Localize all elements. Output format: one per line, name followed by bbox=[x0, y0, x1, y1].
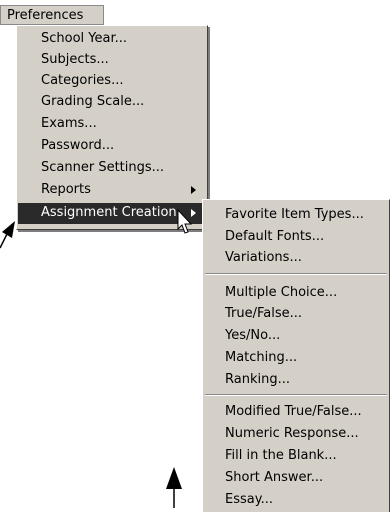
menu-item-assignment-creation[interactable]: Assignment Creation bbox=[18, 203, 206, 224]
submenu-item-numeric-response[interactable]: Numeric Response... bbox=[204, 424, 388, 445]
menu-item-label: Fill in the Blank... bbox=[225, 448, 337, 463]
menu-item-label: Modified True/False... bbox=[225, 404, 362, 419]
menu-item-label: Multiple Choice... bbox=[225, 285, 338, 300]
menu-item-label: Exams... bbox=[41, 116, 97, 131]
submenu-arrow-icon bbox=[191, 186, 196, 194]
menu-item-label: Categories... bbox=[41, 73, 124, 88]
callout-arrow-icon bbox=[0, 221, 15, 249]
submenu-arrow-icon bbox=[191, 209, 196, 217]
menu-item-label: Short Answer... bbox=[225, 470, 324, 485]
menu-item-label: Favorite Item Types... bbox=[225, 207, 364, 222]
submenu-item-yes-no[interactable]: Yes/No... bbox=[204, 326, 388, 347]
menu-item-label: Matching... bbox=[225, 350, 298, 365]
menu-item-label: True/False... bbox=[225, 306, 303, 321]
menu-preferences[interactable]: Preferences bbox=[0, 5, 104, 25]
menu-item-label: Ranking... bbox=[225, 372, 290, 387]
menu-item-password[interactable]: Password... bbox=[18, 136, 206, 157]
menu-separator bbox=[205, 394, 387, 396]
menu-item-label: Variations... bbox=[225, 250, 302, 265]
submenu-item-default-fonts[interactable]: Default Fonts... bbox=[204, 227, 388, 248]
submenu-item-multiple-choice[interactable]: Multiple Choice... bbox=[204, 283, 388, 304]
menu-item-label: Assignment Creation bbox=[41, 205, 177, 220]
menu-item-reports[interactable]: Reports bbox=[18, 180, 206, 201]
menu-item-label: Yes/No... bbox=[225, 328, 281, 343]
submenu-item-true-false[interactable]: True/False... bbox=[204, 304, 388, 325]
menu-item-label: Password... bbox=[41, 138, 115, 153]
preferences-dropdown: School Year... Subjects... Categories...… bbox=[16, 25, 208, 230]
submenu-item-fill-in-the-blank[interactable]: Fill in the Blank... bbox=[204, 446, 388, 467]
menu-item-label: Scanner Settings... bbox=[41, 160, 165, 175]
menu-item-school-year[interactable]: School Year... bbox=[18, 29, 206, 50]
menu-item-label: Numeric Response... bbox=[225, 426, 359, 441]
menu-item-exams[interactable]: Exams... bbox=[18, 114, 206, 135]
menu-preferences-label: Preferences bbox=[7, 8, 84, 23]
submenu-item-matching[interactable]: Matching... bbox=[204, 348, 388, 369]
submenu-item-favorite-item-types[interactable]: Favorite Item Types... bbox=[204, 205, 388, 226]
submenu-item-essay[interactable]: Essay... bbox=[204, 490, 388, 511]
submenu-item-ranking[interactable]: Ranking... bbox=[204, 370, 388, 391]
menu-item-label: Essay... bbox=[225, 492, 273, 507]
menu-separator bbox=[205, 273, 387, 275]
assignment-creation-submenu: Favorite Item Types... Default Fonts... … bbox=[202, 199, 390, 512]
submenu-item-modified-true-false[interactable]: Modified True/False... bbox=[204, 402, 388, 423]
menu-item-categories[interactable]: Categories... bbox=[18, 71, 206, 92]
menu-item-label: Default Fonts... bbox=[225, 229, 325, 244]
submenu-item-short-answer[interactable]: Short Answer... bbox=[204, 468, 388, 489]
menu-item-label: Grading Scale... bbox=[41, 94, 145, 109]
menu-item-grading-scale[interactable]: Grading Scale... bbox=[18, 92, 206, 113]
menu-item-label: School Year... bbox=[41, 31, 128, 46]
menu-item-label: Subjects... bbox=[41, 52, 109, 67]
menu-item-subjects[interactable]: Subjects... bbox=[18, 50, 206, 71]
callout-arrow-icon bbox=[166, 467, 182, 508]
menu-item-label: Reports bbox=[41, 182, 91, 197]
submenu-item-variations[interactable]: Variations... bbox=[204, 248, 388, 269]
menu-item-scanner-settings[interactable]: Scanner Settings... bbox=[18, 158, 206, 179]
